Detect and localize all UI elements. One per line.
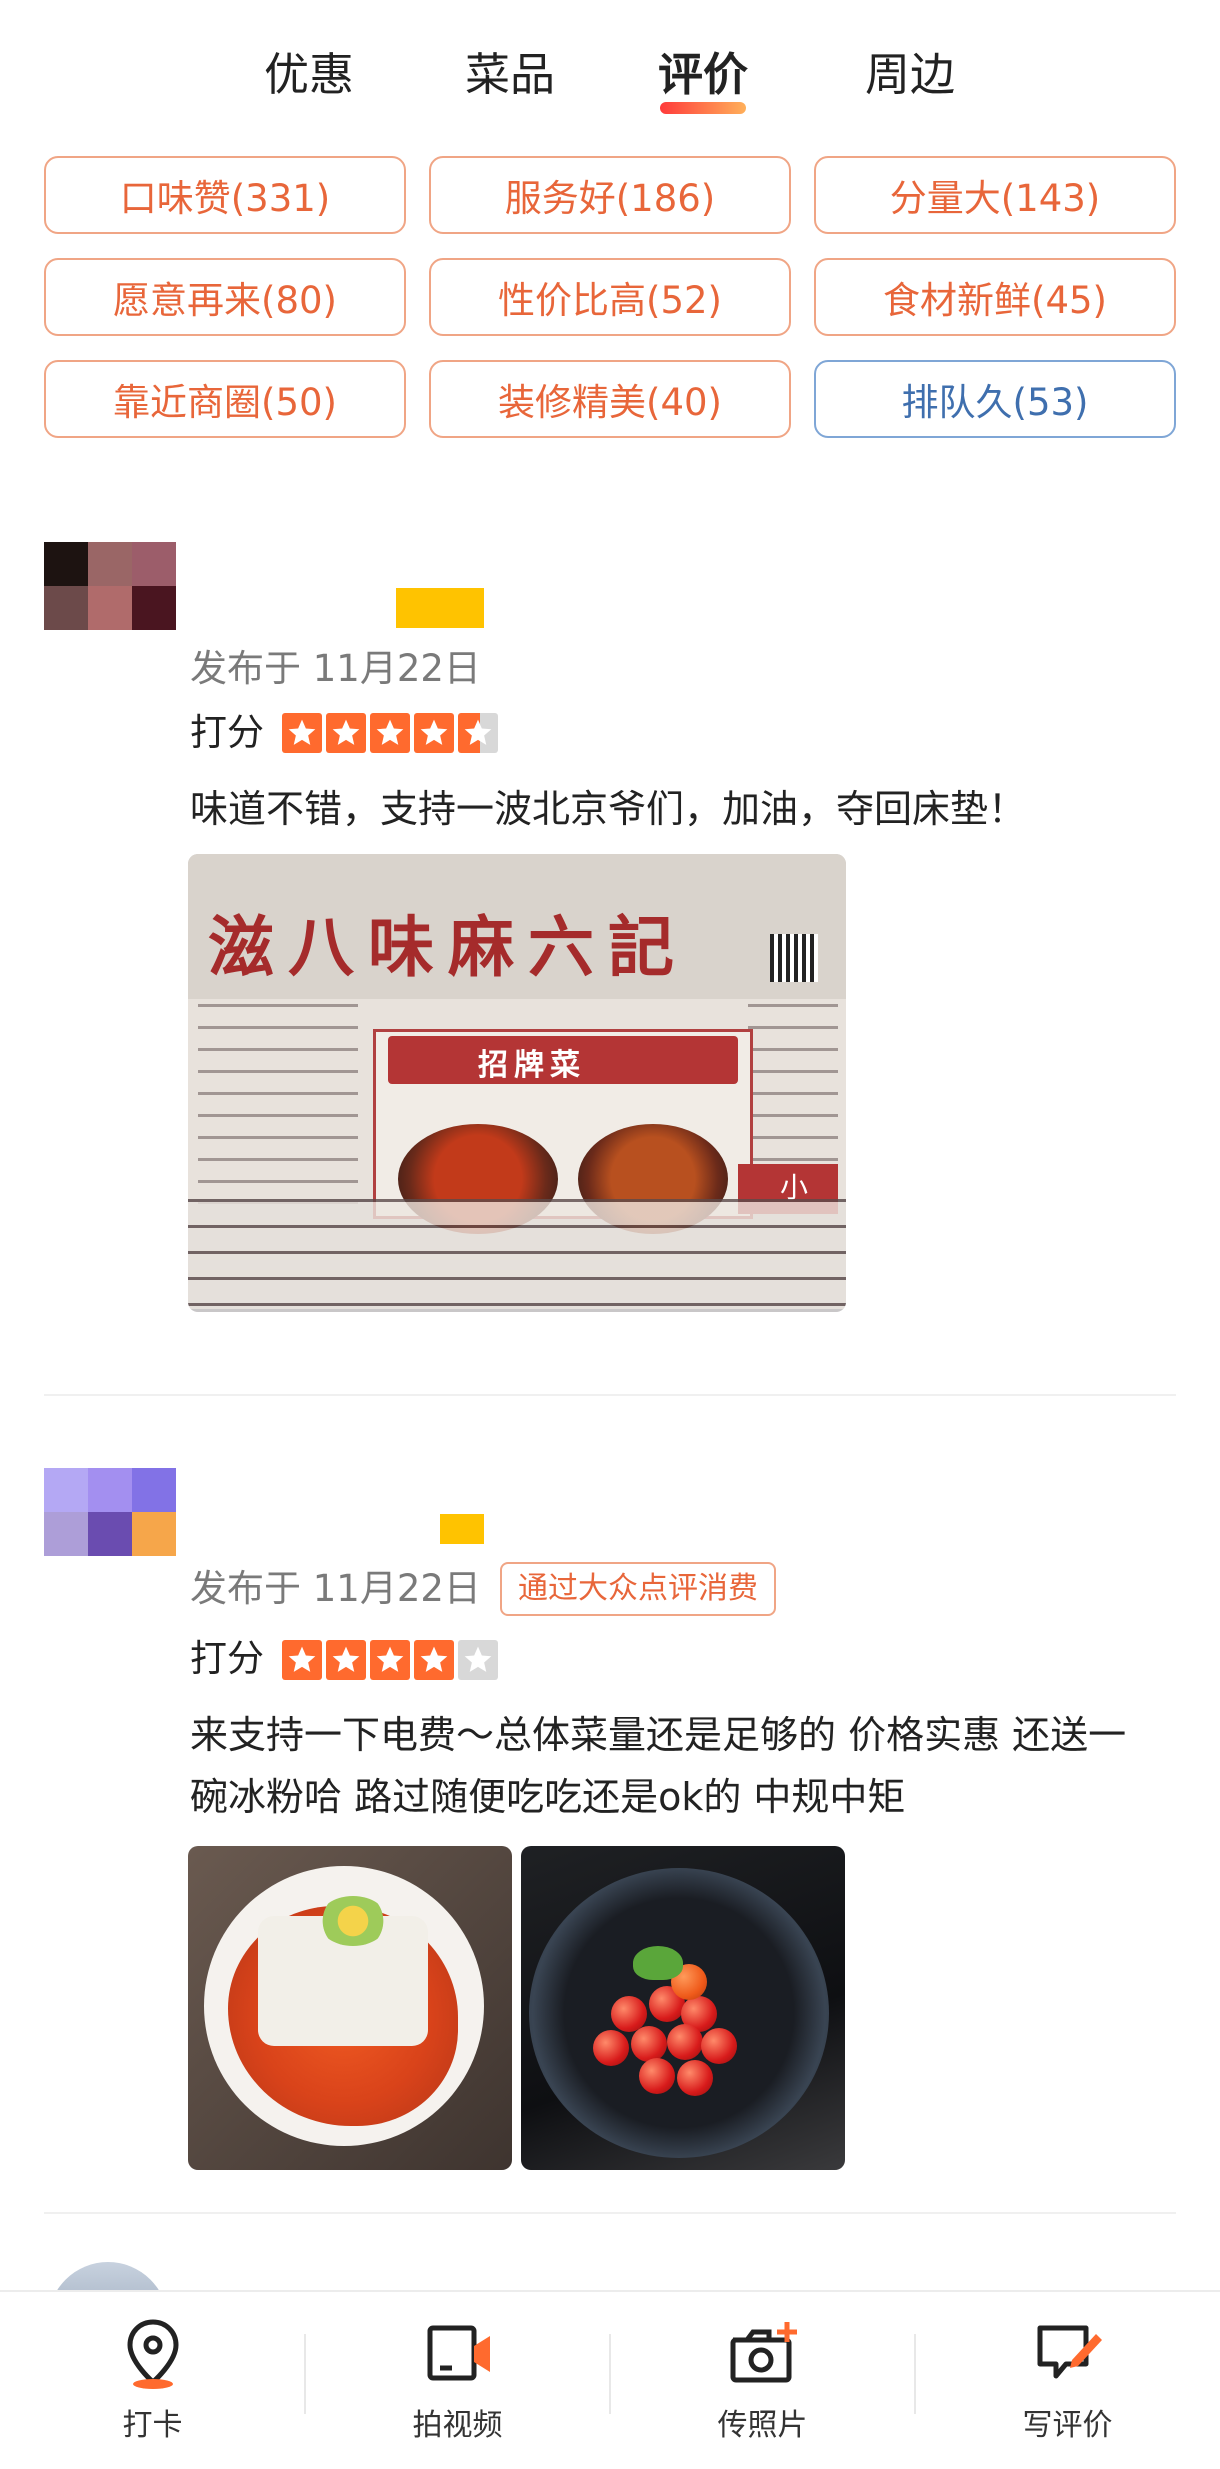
write-review-label: 写评价 (1022, 2408, 1113, 2443)
location-pin-icon (113, 2316, 193, 2392)
tag-chip[interactable]: 食材新鲜(45) (814, 258, 1176, 336)
review-date: 发布于 11月22日 (190, 1567, 481, 1610)
empty-star-icon (458, 1640, 498, 1680)
check-in-button[interactable]: 打卡 (0, 2292, 305, 2469)
tab-reviews[interactable]: 评价 (658, 40, 749, 114)
edit-review-icon (1028, 2316, 1108, 2392)
avatar-pixel (132, 586, 176, 630)
menu-photo-column (198, 1004, 358, 1204)
upload-photo-button[interactable]: 传照片 (610, 2292, 915, 2469)
photo-tomato (701, 2028, 737, 2064)
write-review-button[interactable]: 写评价 (915, 2292, 1220, 2469)
active-tab-indicator (660, 102, 747, 114)
avatar-pixel (88, 542, 132, 586)
menu-photo-title: 滋八味麻六記 (208, 908, 688, 986)
tag-chip[interactable]: 装修精美(40) (429, 360, 791, 438)
photo-tomato (677, 2060, 713, 2096)
tag-chip[interactable]: 性价比高(52) (429, 258, 791, 336)
avatar-pixel (44, 586, 88, 630)
half-star-icon (458, 713, 498, 753)
review-divider (44, 1394, 1176, 1396)
review-divider (44, 2212, 1176, 2214)
star-icon (282, 713, 322, 753)
star-icon (326, 1640, 366, 1680)
avatar-pixel (132, 1468, 176, 1512)
tag-chip[interactable]: 分量大(143) (814, 156, 1176, 234)
tag-chip[interactable]: 愿意再来(80) (44, 258, 406, 336)
menu-photo-list (188, 1199, 846, 1309)
menu-photo-banner-text: 招牌菜 (478, 1048, 586, 1083)
star-rating (282, 713, 498, 753)
tab-reviews-label: 评价 (658, 48, 749, 101)
tag-chip[interactable]: 靠近商圈(50) (44, 360, 406, 438)
review-photo[interactable] (521, 1846, 845, 2170)
review-tabs: 优惠 菜品 评价 周边 (0, 40, 1220, 120)
avatar-pixel (44, 1468, 88, 1512)
user-level-badge (396, 588, 484, 628)
photo-tomato (631, 2026, 667, 2062)
star-icon (326, 713, 366, 753)
avatar-pixel (44, 542, 88, 586)
photo-mint (633, 1946, 683, 1980)
tab-nearby[interactable]: 周边 (865, 40, 955, 110)
star-icon (282, 1640, 322, 1680)
star-icon (414, 1640, 454, 1680)
verified-consumption-badge: 通过大众点评消费 (500, 1562, 776, 1616)
avatar-pixel (44, 1512, 88, 1556)
user-level-badge (440, 1514, 484, 1544)
review-photo[interactable]: 滋八味麻六記 招牌菜 小 (188, 854, 846, 1312)
avatar-pixel (132, 542, 176, 586)
avatar-pixel (88, 586, 132, 630)
qr-code-icon (770, 934, 818, 982)
photo-tomato (667, 2024, 703, 2060)
avatar[interactable] (44, 542, 176, 630)
score-label: 打分 (190, 1637, 264, 1680)
tag-chip-negative[interactable]: 排队久(53) (814, 360, 1176, 438)
tab-discount[interactable]: 优惠 (264, 40, 354, 110)
score-label: 打分 (190, 711, 264, 754)
avatar-pixel (88, 1512, 132, 1556)
avatar[interactable] (44, 1468, 176, 1556)
review-text: 味道不错，支持一波北京爷们，加油，夺回床垫！ (190, 787, 1027, 831)
review-date: 发布于 11月22日 (190, 647, 481, 690)
upload-photo-label: 传照片 (717, 2408, 808, 2443)
shoot-video-button[interactable]: 拍视频 (305, 2292, 610, 2469)
shoot-video-label: 拍视频 (412, 2408, 503, 2443)
star-icon (370, 713, 410, 753)
tag-chip[interactable]: 服务好(186) (429, 156, 791, 234)
star-icon (370, 1640, 410, 1680)
bottom-action-bar: 打卡 拍视频 传照片 写评价 (0, 2290, 1220, 2469)
review-text: 来支持一下电费～总体菜量还是足够的 价格实惠 还送一碗冰粉哈 路过随便吃吃还是o… (190, 1713, 1127, 1819)
avatar-pixel (88, 1468, 132, 1512)
check-in-label: 打卡 (122, 2408, 183, 2443)
photo-garnish (318, 1896, 388, 1946)
avatar-pixel (132, 1512, 176, 1556)
photo-tomato (593, 2030, 629, 2066)
photo-tomato (639, 2058, 675, 2094)
star-rating (282, 1640, 498, 1680)
camera-plus-icon (723, 2316, 803, 2392)
video-camera-icon (418, 2316, 498, 2392)
review-photo[interactable] (188, 1846, 512, 2170)
tag-chip[interactable]: 口味赞(331) (44, 156, 406, 234)
star-icon (414, 713, 454, 753)
tab-dishes[interactable]: 菜品 (465, 40, 555, 110)
